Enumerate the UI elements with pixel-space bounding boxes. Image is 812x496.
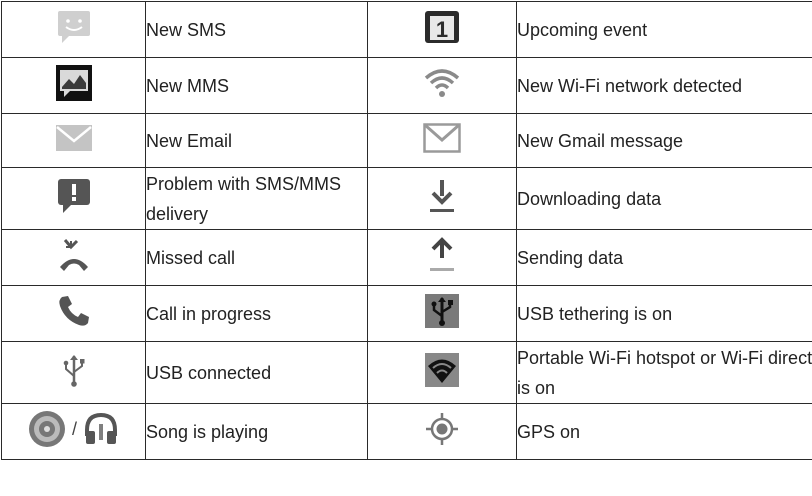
row-label: GPS on xyxy=(516,403,812,460)
icon-cell: / xyxy=(1,403,146,460)
icon-cell xyxy=(1,341,146,404)
table-row: New Email New Gmail message xyxy=(1,113,812,168)
mms-icon xyxy=(55,65,92,101)
row-label: Missed call xyxy=(145,229,368,286)
wifi-network-icon xyxy=(424,66,460,100)
table-row: Missed call Sending data xyxy=(1,229,812,286)
row-label: Sending data xyxy=(516,229,812,286)
gps-icon xyxy=(424,411,460,447)
row-label: New SMS xyxy=(145,1,368,58)
headphones-icon xyxy=(83,412,119,446)
table-row: / Song is playing GPS on xyxy=(1,403,812,460)
row-label: New Email xyxy=(145,113,368,168)
row-label: Portable Wi-Fi hotspot or Wi-Fi direct i… xyxy=(516,341,812,404)
sms-icon xyxy=(56,9,92,45)
sms-problem-icon xyxy=(57,178,91,214)
row-label: New Gmail message xyxy=(516,113,812,168)
row-label: Downloading data xyxy=(516,167,812,230)
icon-cell xyxy=(1,167,146,230)
table-row: USB connected Portable Wi-Fi hotspot or … xyxy=(1,341,812,404)
gmail-icon xyxy=(423,123,461,153)
icon-cell xyxy=(367,341,517,404)
table-row: Problem with SMS/MMS delivery Downloadin… xyxy=(1,167,812,230)
icon-cell xyxy=(1,285,146,342)
table-row: New SMS 1 Upcoming event xyxy=(1,1,812,58)
row-label: Upcoming event xyxy=(516,1,812,58)
music-icon-pair: / xyxy=(28,410,119,448)
row-label: USB connected xyxy=(145,341,368,404)
calendar-icon: 1 xyxy=(424,10,460,44)
icon-cell xyxy=(1,57,146,114)
usb-tethering-icon xyxy=(425,294,459,328)
row-label: New MMS xyxy=(145,57,368,114)
calendar-badge-text: 1 xyxy=(436,17,448,42)
row-label: Call in progress xyxy=(145,285,368,342)
icon-cell xyxy=(367,57,517,114)
icon-cell xyxy=(1,1,146,58)
icon-separator: / xyxy=(71,418,77,439)
missed-call-icon xyxy=(57,237,91,273)
icon-cell xyxy=(367,285,517,342)
status-icons-table: New SMS 1 Upcoming event New MMS New Wi-… xyxy=(1,1,812,460)
icon-cell xyxy=(1,113,146,168)
icon-cell xyxy=(367,113,517,168)
upload-icon xyxy=(429,237,455,273)
call-icon xyxy=(57,294,91,328)
hotspot-icon xyxy=(425,353,459,387)
row-label: New Wi-Fi network detected xyxy=(516,57,812,114)
download-icon xyxy=(429,178,455,214)
icon-cell xyxy=(367,403,517,460)
row-label: USB tethering is on xyxy=(516,285,812,342)
email-icon xyxy=(55,124,93,152)
icon-cell: 1 xyxy=(367,1,517,58)
usb-icon xyxy=(61,352,87,388)
table-row: Call in progress USB tethering is on xyxy=(1,285,812,342)
icon-cell xyxy=(367,167,517,230)
row-label: Song is playing xyxy=(145,403,368,460)
table-row: New MMS New Wi-Fi network detected xyxy=(1,57,812,114)
row-label: Problem with SMS/MMS delivery xyxy=(145,167,368,230)
icon-cell xyxy=(1,229,146,286)
disc-icon xyxy=(28,410,66,448)
icon-cell xyxy=(367,229,517,286)
